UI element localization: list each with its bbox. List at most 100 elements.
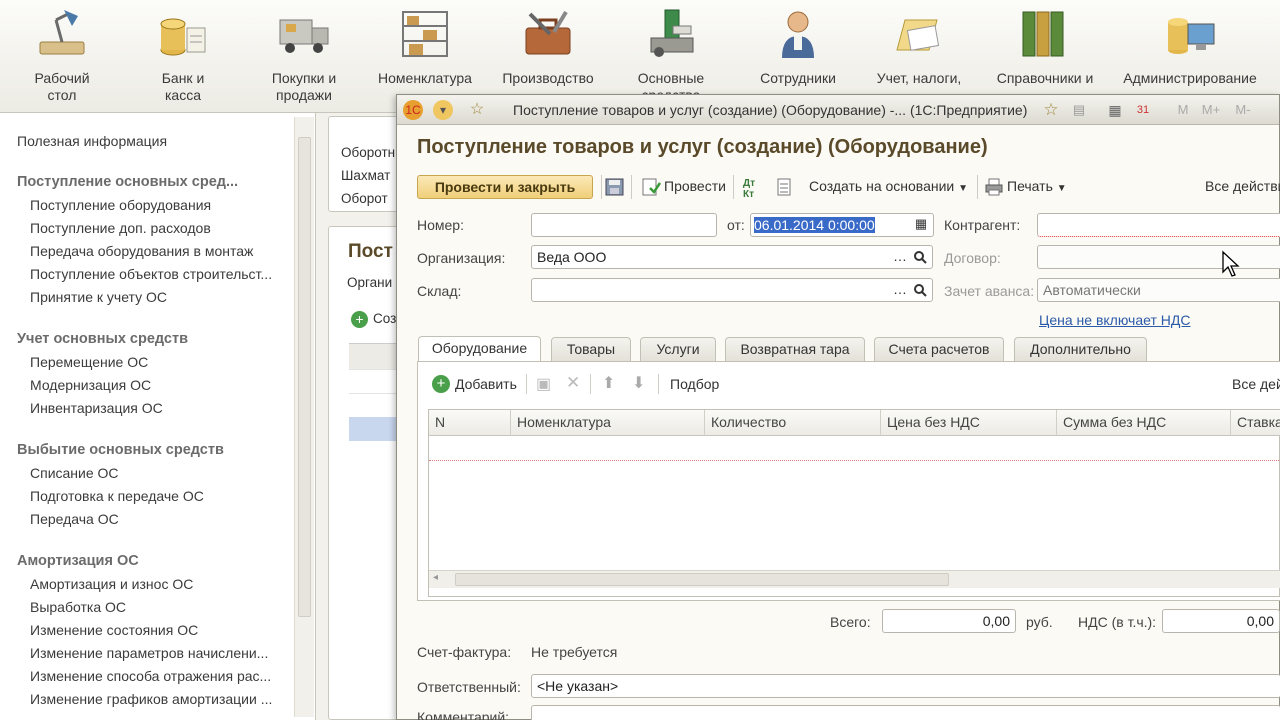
memory-minus-button[interactable]: М- xyxy=(1229,100,1257,120)
add-row-button[interactable]: Добавить xyxy=(455,376,517,392)
section-bank-cash[interactable]: Банк и касса xyxy=(123,6,243,104)
nav-item[interactable]: Инвентаризация ОС xyxy=(30,400,163,416)
nav-item[interactable]: Изменение состояния ОС xyxy=(30,622,198,638)
chevron-down-icon: ▼ xyxy=(1056,183,1067,194)
tab-settlement-accounts[interactable]: Счета расчетов xyxy=(874,337,1004,361)
post-and-close-button[interactable]: Провести и закрыть xyxy=(417,175,593,199)
nav-item[interactable]: Поступление объектов строительст... xyxy=(30,266,272,282)
column-header-nomenclature[interactable]: Номенклатура xyxy=(511,410,705,436)
table-all-actions-button[interactable]: Все дей xyxy=(1232,376,1280,392)
print-icon[interactable] xyxy=(985,178,1003,199)
create-based-on-button[interactable]: Создать на основании ▼ xyxy=(809,178,968,194)
all-actions-button[interactable]: Все действия xyxy=(1205,178,1280,194)
equipment-table[interactable]: N Номенклатура Количество Цена без НДС С… xyxy=(428,409,1280,597)
nav-item[interactable]: Принятие к учету ОС xyxy=(30,289,167,305)
section-desktop[interactable]: Рабочий стол xyxy=(2,6,122,104)
column-header-quantity[interactable]: Количество xyxy=(705,410,881,436)
print-button[interactable]: Печать ▼ xyxy=(1007,178,1067,194)
section-accounting-taxes[interactable]: Учет, налоги, xyxy=(859,6,979,87)
app-logo-icon[interactable]: 1С xyxy=(403,100,423,120)
warehouse-field[interactable]: … xyxy=(531,278,933,302)
nav-item[interactable]: Изменение параметров начислени... xyxy=(30,645,268,661)
tab-returnable-packaging[interactable]: Возвратная тара xyxy=(725,337,865,361)
add-icon[interactable]: + xyxy=(432,375,450,393)
move-down-icon[interactable]: ⬇ xyxy=(632,373,645,393)
organization-field[interactable]: Веда ООО … xyxy=(531,245,933,269)
favorites-star-icon[interactable]: ☆ xyxy=(1041,100,1061,120)
post-button[interactable]: Провести xyxy=(664,178,726,194)
calculator-icon[interactable]: ▦ xyxy=(1105,100,1125,120)
nav-item[interactable]: Передача ОС xyxy=(30,511,119,527)
nav-group-title[interactable]: Учет основных средств xyxy=(17,331,188,347)
vat-mode-link[interactable]: Цена не включает НДС xyxy=(1039,312,1190,328)
scrollbar-thumb[interactable] xyxy=(455,573,949,586)
tab-services[interactable]: Услуги xyxy=(640,337,716,361)
chevron-down-icon: ▼ xyxy=(958,183,969,194)
invoice-value[interactable]: Не требуется xyxy=(531,644,617,660)
calendar-icon[interactable]: 31 xyxy=(1133,100,1153,120)
nav-group-title[interactable]: Выбытие основных средств xyxy=(17,442,224,458)
advance-offset-field[interactable]: Автоматически xyxy=(1037,278,1280,302)
nav-item[interactable]: Выработка ОС xyxy=(30,599,126,615)
search-icon[interactable] xyxy=(910,247,930,267)
favorite-star-icon[interactable]: ☆ xyxy=(467,100,487,120)
nav-group-title[interactable]: Амортизация ОС xyxy=(17,553,139,569)
counterparty-field[interactable] xyxy=(1037,213,1280,237)
nav-item[interactable]: Поступление оборудования xyxy=(30,197,211,213)
calendar-icon[interactable]: ▦ xyxy=(911,215,931,235)
nav-item[interactable]: Списание ОС xyxy=(30,465,119,481)
nav-item[interactable]: Изменение графиков амортизации ... xyxy=(30,691,272,707)
save-icon[interactable] xyxy=(605,178,625,199)
column-header-n[interactable]: N xyxy=(429,410,511,436)
ellipsis-icon[interactable]: … xyxy=(890,280,910,300)
post-icon[interactable] xyxy=(641,178,662,199)
move-up-icon[interactable]: ⬆ xyxy=(602,373,615,393)
nav-item[interactable]: Передача оборудования в монтаж xyxy=(30,243,253,259)
section-purchases-sales[interactable]: Покупки и продажи xyxy=(244,6,364,104)
number-field[interactable] xyxy=(531,213,717,237)
nav-item[interactable]: Амортизация и износ ОС xyxy=(30,576,193,592)
responsible-field[interactable]: <Не указан> xyxy=(531,674,1280,698)
column-header-amount[interactable]: Сумма без НДС xyxy=(1057,410,1231,436)
date-field[interactable]: 06.01.2014 0:00:00 ▦ xyxy=(750,213,934,237)
document-list-icon[interactable] xyxy=(775,178,793,199)
nav-item[interactable]: Поступление доп. расходов xyxy=(30,220,211,236)
menu-dropdown-icon[interactable]: ▾ xyxy=(433,100,453,120)
tab-goods[interactable]: Товары xyxy=(551,337,631,361)
nav-useful-info[interactable]: Полезная информация xyxy=(17,133,167,149)
nav-item[interactable]: Модернизация ОС xyxy=(30,377,151,393)
section-nomenclature[interactable]: Номенклатура xyxy=(365,6,485,87)
advance-offset-label: Зачет аванса: xyxy=(944,283,1035,299)
section-production[interactable]: Производство xyxy=(488,6,608,87)
copy-icon[interactable]: ▣ xyxy=(536,374,551,394)
column-header-vat-rate[interactable]: Ставка xyxy=(1231,410,1280,436)
nav-item[interactable]: Подготовка к передаче ОС xyxy=(30,488,204,504)
pick-button[interactable]: Подбор xyxy=(670,376,719,392)
table-horizontal-scrollbar[interactable]: ◂ xyxy=(429,570,1280,588)
section-administration[interactable]: Администрирование xyxy=(1120,6,1260,87)
memory-plus-button[interactable]: М+ xyxy=(1197,100,1225,120)
nav-item[interactable]: Перемещение ОС xyxy=(30,354,148,370)
comment-field[interactable] xyxy=(531,705,1280,720)
debit-credit-icon[interactable]: Дт Кт xyxy=(743,178,755,200)
section-employees[interactable]: Сотрудники xyxy=(738,6,858,87)
scrollbar-thumb[interactable] xyxy=(298,137,311,617)
link-icon[interactable]: ▤ xyxy=(1069,100,1089,120)
column-header-price[interactable]: Цена без НДС xyxy=(881,410,1057,436)
memory-button[interactable]: М xyxy=(1173,100,1193,120)
counterparty-label: Контрагент: xyxy=(944,217,1021,233)
toolbox-icon xyxy=(520,6,576,62)
ellipsis-icon[interactable]: … xyxy=(890,247,910,267)
contract-field[interactable] xyxy=(1037,245,1280,269)
delete-icon[interactable]: ✕ xyxy=(566,373,580,393)
nav-group-title[interactable]: Поступление основных сред... xyxy=(17,174,238,190)
section-references[interactable]: Справочники и xyxy=(985,6,1105,87)
tab-equipment[interactable]: Оборудование xyxy=(418,336,541,362)
tab-additional[interactable]: Дополнительно xyxy=(1014,337,1147,361)
mouse-cursor-icon xyxy=(1222,250,1240,277)
search-icon[interactable] xyxy=(910,280,930,300)
nav-item[interactable]: Изменение способа отражения рас... xyxy=(30,668,271,684)
section-fixed-assets[interactable]: Основные средства xyxy=(611,6,731,104)
nav-scrollbar[interactable] xyxy=(294,117,314,717)
scroll-left-icon[interactable]: ◂ xyxy=(433,572,438,583)
